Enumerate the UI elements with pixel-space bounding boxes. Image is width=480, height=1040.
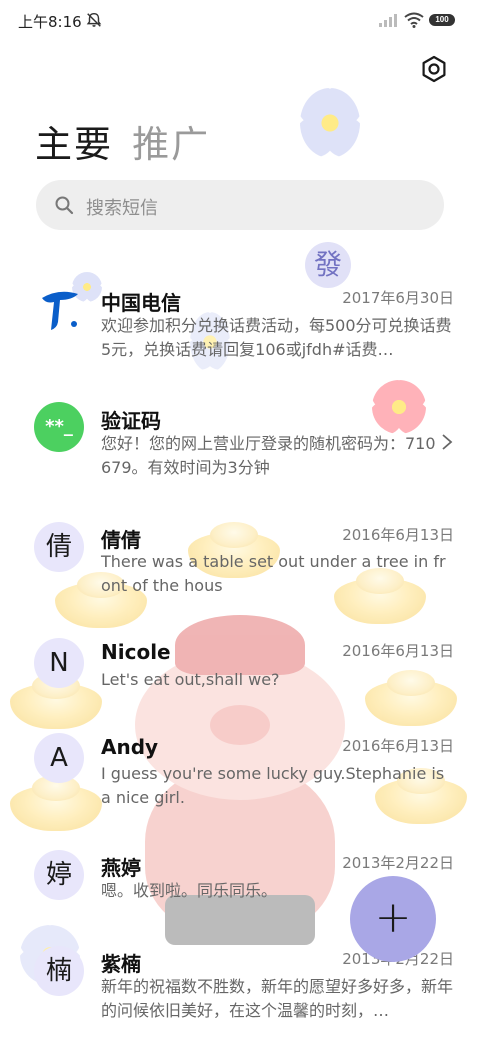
contact-name: 紫楠 xyxy=(101,952,141,976)
message-tabs: 主要 推广 xyxy=(35,114,224,168)
conversation-row[interactable]: 中国电信 2017年6月30日 欢迎参加积分兑换话费活动，每500分可兑换话费5… xyxy=(0,272,480,382)
message-date: 2017年6月30日 xyxy=(342,289,454,307)
contact-avatar: 婷 xyxy=(34,850,84,900)
contact-name: 验证码 xyxy=(101,409,161,433)
message-date: 2016年6月13日 xyxy=(342,737,454,755)
settings-gear-icon[interactable] xyxy=(420,55,448,83)
tab-primary[interactable]: 主要 xyxy=(35,114,113,168)
chevron-right-icon xyxy=(442,434,453,450)
conversation-row[interactable]: N Nicole 2016年6月13日 Let's eat out,shall … xyxy=(0,636,480,716)
message-preview: Let's eat out,shall we? xyxy=(101,670,280,689)
conversation-row[interactable]: **_ 验证码 您好！您的网上营业厅登录的随机密码为：710679。有效时间为3… xyxy=(0,402,480,502)
message-preview: 您好！您的网上营业厅登录的随机密码为：710679。有效时间为3分钟 xyxy=(101,434,436,477)
wifi-icon xyxy=(404,12,424,28)
message-date: 2016年6月13日 xyxy=(342,642,454,660)
message-preview: There was a table set out under a tree i… xyxy=(101,552,446,595)
contact-name: 倩倩 xyxy=(101,528,141,552)
search-icon xyxy=(55,196,74,215)
tab-promotions[interactable]: 推广 xyxy=(132,114,210,168)
battery-indicator: 100 xyxy=(429,14,455,26)
conversation-row[interactable]: 倩 倩倩 2016年6月13日 There was a table set ou… xyxy=(0,520,480,620)
verification-avatar: **_ xyxy=(34,402,84,452)
message-preview: 新年的祝福数不胜数，新年的愿望好多好多，新年的问候依旧美好，在这个温馨的时刻，… xyxy=(101,977,454,1020)
message-preview: 欢迎参加积分兑换话费活动，每500分可兑换话费5元，兑换话费请回复106或jfd… xyxy=(101,316,452,359)
flower-decoration xyxy=(300,88,360,158)
status-bar: 上午8:16 100 xyxy=(0,0,480,40)
contact-avatar: A xyxy=(34,733,84,783)
search-placeholder: 搜索短信 xyxy=(86,198,158,219)
status-time: 上午8:16 xyxy=(18,13,82,31)
mute-bell-icon xyxy=(86,12,102,27)
message-date: 2016年6月13日 xyxy=(342,526,454,544)
new-message-button[interactable]: + xyxy=(350,876,436,962)
message-preview: I guess you're some lucky guy.Stephanie … xyxy=(101,764,445,807)
contact-avatar: 楠 xyxy=(34,946,84,996)
plus-icon: + xyxy=(374,892,412,943)
telecom-logo-icon xyxy=(42,291,78,330)
contact-name: 中国电信 xyxy=(101,291,181,315)
contact-avatar: N xyxy=(34,638,84,688)
contact-name: 燕婷 xyxy=(101,856,141,880)
signal-icon xyxy=(379,14,397,27)
search-input[interactable]: 搜索短信 xyxy=(36,180,444,230)
conversation-row[interactable]: A Andy 2016年6月13日 I guess you're some lu… xyxy=(0,731,480,831)
contact-name: Andy xyxy=(101,735,159,759)
contact-name: Nicole xyxy=(101,640,171,664)
contact-avatar: 倩 xyxy=(34,522,84,572)
message-date: 2013年2月22日 xyxy=(342,854,454,872)
